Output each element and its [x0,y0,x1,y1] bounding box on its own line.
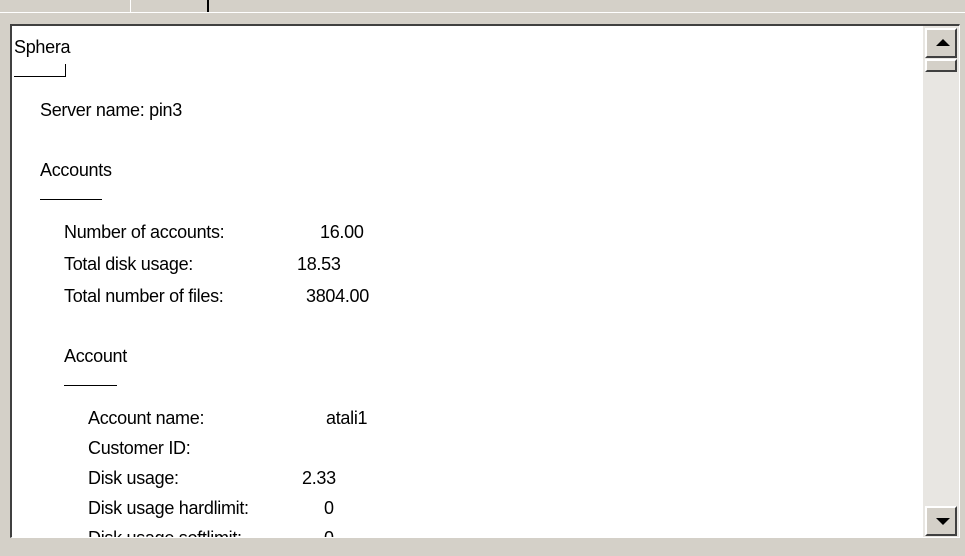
account-heading: Account [64,346,127,366]
arrow-up-icon [936,39,950,46]
accounts-row-value: 3804.00 [306,286,369,306]
accounts-row-value: 16.00 [320,222,364,242]
account-row-label: Customer ID: [88,438,191,458]
tab-stub-left[interactable] [0,0,131,12]
panel-divider [0,12,965,13]
top-panel [0,0,965,22]
report-content: Sphera Server name: pin3 Accounts Number… [12,26,922,538]
accounts-row-label: Total disk usage: [64,254,193,274]
arrow-down-icon [936,518,950,525]
scroll-thumb[interactable] [925,59,957,72]
status-strip [0,538,965,556]
report-view[interactable]: Sphera Server name: pin3 Accounts Number… [10,24,960,538]
account-row-value: 0 [324,498,334,518]
account-row-value: 0 [324,528,334,538]
tree-connector-tick [65,64,66,77]
tab-stub-right[interactable] [131,0,209,12]
accounts-heading: Accounts [40,160,112,180]
account-row-label: Disk usage softlimit: [88,528,242,538]
tree-connector [14,76,66,77]
server-name-line: Server name: pin3 [40,100,182,120]
report-root-title: Sphera [14,37,71,57]
accounts-row-label: Number of accounts: [64,222,225,242]
scroll-up-button[interactable] [925,28,957,58]
account-row-value: atali1 [326,408,368,428]
vertical-scrollbar[interactable] [923,26,959,537]
account-row-label: Disk usage: [88,468,179,488]
account-row-value: 2.33 [302,468,336,488]
account-row-label: Account name: [88,408,205,428]
account-row-label: Disk usage hardlimit: [88,498,249,518]
accounts-underline [40,199,102,200]
accounts-row-label: Total number of files: [64,286,224,306]
scroll-down-button[interactable] [925,506,957,536]
accounts-row-value: 18.53 [297,254,341,274]
account-underline [64,385,117,386]
